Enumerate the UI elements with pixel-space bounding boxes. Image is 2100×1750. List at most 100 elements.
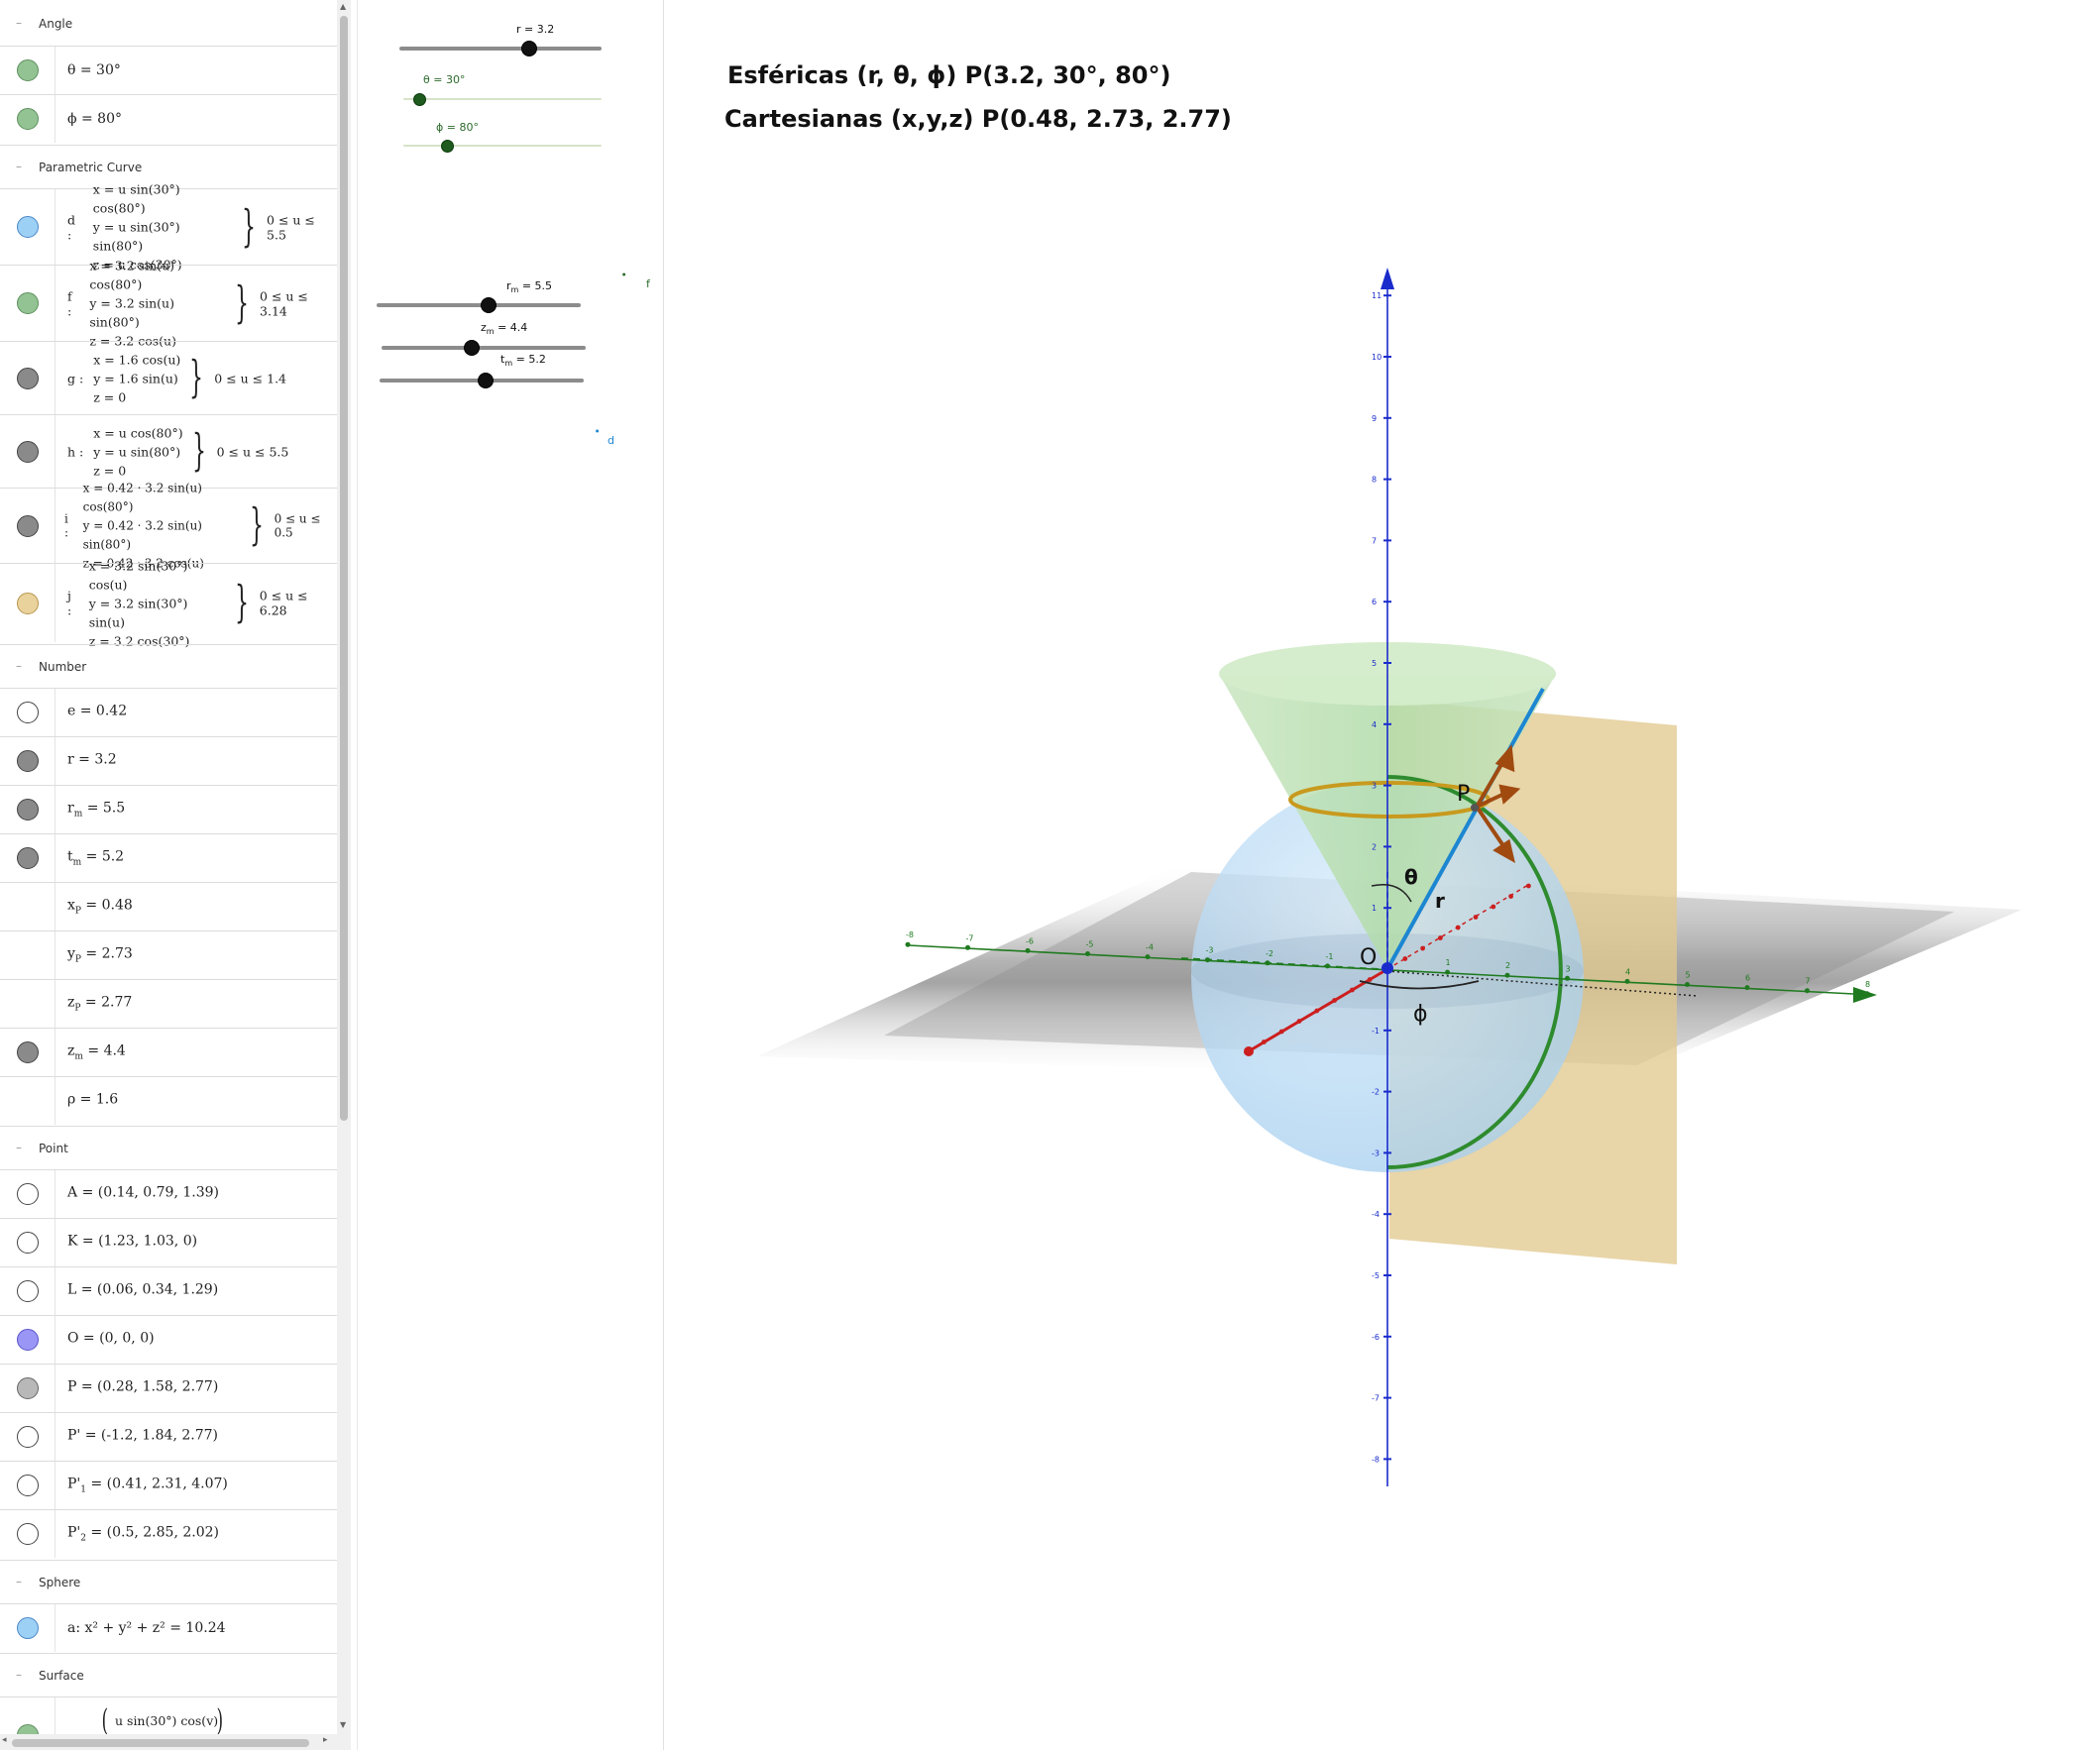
visibility-toggle[interactable] <box>17 750 39 772</box>
parametric-expression[interactable]: g : x = 1.6 cos(u) y = 1.6 sin(u) z = 0 … <box>67 350 286 406</box>
algebra-expression[interactable]: a: x² + y² + z² = 10.24 <box>67 1620 226 1636</box>
visibility-toggle[interactable] <box>17 1329 39 1351</box>
visibility-toggle[interactable] <box>17 847 39 869</box>
algebra-expression[interactable]: tm = 5.2 <box>67 849 124 868</box>
slider-track-r[interactable] <box>399 47 602 51</box>
algebra-expression[interactable]: e = 0.42 <box>67 704 127 722</box>
horizontal-scrollbar[interactable]: ◂ ▸ <box>0 1734 337 1750</box>
algebra-row-phi[interactable]: ϕ = 80° <box>0 94 337 143</box>
algebra-row-point[interactable]: L = (0.06, 0.34, 1.29) <box>0 1266 337 1315</box>
visibility-toggle[interactable] <box>17 1617 39 1639</box>
algebra-row-point[interactable]: A = (0.14, 0.79, 1.39) <box>0 1169 337 1218</box>
scrollbar-thumb[interactable] <box>12 1739 309 1747</box>
algebra-expression[interactable]: L = (0.06, 0.34, 1.29) <box>67 1282 218 1301</box>
algebra-row-curve-j[interactable]: j : x = 3.2 sin(30°) cos(u) y = 3.2 sin(… <box>0 558 337 648</box>
algebra-row-curve-g[interactable]: g : x = 1.6 cos(u) y = 1.6 sin(u) z = 0 … <box>0 341 337 414</box>
graphics-view-3d[interactable]: Esféricas (r, θ, ϕ) P(3.2, 30°, 80°) Car… <box>666 0 2100 1750</box>
visibility-toggle[interactable] <box>17 108 39 130</box>
scrollbar-thumb[interactable] <box>340 16 348 1121</box>
algebra-row-curve-d[interactable]: d : x = u sin(30°) cos(80°) y = u sin(30… <box>0 182 337 273</box>
slider-track-rm[interactable] <box>377 303 581 307</box>
algebra-row-number[interactable]: e = 0.42 <box>0 688 337 736</box>
algebra-row-number[interactable]: zm = 4.4 <box>0 1028 337 1076</box>
scroll-right-icon[interactable]: ▸ <box>323 1735 328 1745</box>
algebra-expression[interactable]: ϕ = 80° <box>67 111 122 127</box>
algebra-row-number[interactable]: ρ = 1.6 <box>0 1076 337 1125</box>
algebra-expression[interactable]: K = (1.23, 1.03, 0) <box>67 1234 197 1253</box>
algebra-row-theta[interactable]: θ = 30° <box>0 46 337 94</box>
algebra-row-curve-h[interactable]: h : x = u cos(80°) y = u sin(80°) z = 0 … <box>0 414 337 488</box>
algebra-row-number[interactable]: rm = 5.5 <box>0 785 337 833</box>
slider-handle-r[interactable] <box>520 41 537 56</box>
algebra-expression[interactable]: r = 3.2 <box>67 752 117 771</box>
collapse-icon[interactable]: – <box>13 1669 25 1682</box>
visibility-toggle[interactable] <box>17 440 39 463</box>
algebra-row-point[interactable]: P'1 = (0.41, 2.31, 4.07) <box>0 1461 337 1509</box>
parametric-expression[interactable]: f : x = 3.2 sin(u) cos(80°) y = 3.2 sin(… <box>67 257 337 351</box>
visibility-toggle[interactable] <box>17 1183 39 1205</box>
section-header-surface[interactable]: – Surface <box>0 1653 337 1696</box>
slider-handle-theta[interactable] <box>413 92 427 106</box>
algebra-row-point[interactable]: P'2 = (0.5, 2.85, 2.02) <box>0 1509 337 1558</box>
visibility-toggle[interactable] <box>17 292 39 314</box>
scroll-up-icon[interactable]: ▲ <box>340 2 346 11</box>
surface-expression[interactable]: u sin(30°) cos(v) <box>115 1713 218 1728</box>
slider-track-theta[interactable] <box>403 98 602 100</box>
parametric-expression[interactable]: h : x = u cos(80°) y = u sin(80°) z = 0 … <box>67 423 288 480</box>
visibility-toggle[interactable] <box>17 1041 39 1063</box>
scroll-left-icon[interactable]: ◂ <box>2 1735 7 1745</box>
visibility-toggle[interactable] <box>17 1475 39 1496</box>
algebra-row-curve-f[interactable]: f : x = 3.2 sin(u) cos(80°) y = 3.2 sin(… <box>0 259 337 349</box>
algebra-expression[interactable]: P = (0.28, 1.58, 2.77) <box>67 1379 218 1398</box>
visibility-toggle[interactable] <box>17 1426 39 1448</box>
section-header-point[interactable]: – Point <box>0 1126 337 1169</box>
algebra-expression[interactable]: rm = 5.5 <box>67 801 125 820</box>
algebra-row-curve-i[interactable]: i : x = 0.42 · 3.2 sin(u) cos(80°) y = 0… <box>0 481 337 570</box>
algebra-expression[interactable]: O = (0, 0, 0) <box>67 1331 155 1350</box>
visibility-toggle[interactable] <box>17 1377 39 1399</box>
slider-handle-zm[interactable] <box>463 340 480 356</box>
slider-handle-rm[interactable] <box>481 297 497 313</box>
algebra-expression[interactable]: yP = 2.73 <box>67 946 133 965</box>
scene-3d[interactable]: 11 10 9 8 7 6 5 4 3 2 1 -1 -2 -3 -4 -5 -6 -7 -8 -8 -7 -6 -5 -4… <box>666 0 2100 1750</box>
visibility-toggle[interactable] <box>17 1232 39 1254</box>
algebra-expression[interactable]: A = (0.14, 0.79, 1.39) <box>67 1185 219 1204</box>
algebra-row-number[interactable]: yP = 2.73 <box>0 930 337 979</box>
slider-handle-phi[interactable] <box>440 139 454 153</box>
visibility-toggle[interactable] <box>17 216 39 238</box>
algebra-row-point[interactable]: K = (1.23, 1.03, 0) <box>0 1218 337 1266</box>
algebra-expression[interactable]: zm = 4.4 <box>67 1043 126 1062</box>
section-header-number[interactable]: – Number <box>0 644 337 688</box>
collapse-icon[interactable]: – <box>13 1142 25 1154</box>
algebra-expression[interactable]: P'2 = (0.5, 2.85, 2.02) <box>67 1525 219 1544</box>
visibility-toggle[interactable] <box>17 367 39 389</box>
collapse-icon[interactable]: – <box>13 17 25 30</box>
visibility-toggle[interactable] <box>17 59 39 81</box>
parametric-expression[interactable]: j : x = 3.2 sin(30°) cos(u) y = 3.2 sin(… <box>67 556 337 650</box>
slider-track-phi[interactable] <box>403 145 602 147</box>
algebra-expression[interactable]: xP = 0.48 <box>67 898 133 917</box>
algebra-row-number[interactable]: xP = 0.48 <box>0 882 337 930</box>
section-header-angle[interactable]: – Angle <box>0 2 337 46</box>
algebra-row-point[interactable]: P' = (-1.2, 1.84, 2.77) <box>0 1412 337 1461</box>
collapse-icon[interactable]: – <box>13 161 25 173</box>
algebra-row-point[interactable]: P = (0.28, 1.58, 2.77) <box>0 1364 337 1412</box>
vertical-scrollbar[interactable]: ▲ ▼ <box>337 0 351 1750</box>
visibility-toggle[interactable] <box>17 702 39 723</box>
scroll-down-icon[interactable]: ▼ <box>340 1720 346 1729</box>
section-header-sphere[interactable]: – Sphere <box>0 1560 337 1603</box>
visibility-toggle[interactable] <box>17 1280 39 1302</box>
algebra-expression[interactable]: P'1 = (0.41, 2.31, 4.07) <box>67 1477 228 1495</box>
slider-track-zm[interactable] <box>382 346 586 350</box>
algebra-expression[interactable]: ρ = 1.6 <box>67 1092 118 1111</box>
point-P[interactable] <box>1471 804 1479 812</box>
algebra-row-number[interactable]: tm = 5.2 <box>0 833 337 882</box>
algebra-row-number[interactable]: r = 3.2 <box>0 736 337 785</box>
visibility-toggle[interactable] <box>17 592 39 614</box>
algebra-expression[interactable]: θ = 30° <box>67 62 121 78</box>
collapse-icon[interactable]: – <box>13 660 25 673</box>
algebra-row-sphere-a[interactable]: a: x² + y² + z² = 10.24 <box>0 1603 337 1652</box>
algebra-expression[interactable]: P' = (-1.2, 1.84, 2.77) <box>67 1428 218 1447</box>
visibility-toggle[interactable] <box>17 799 39 820</box>
collapse-icon[interactable]: – <box>13 1576 25 1588</box>
